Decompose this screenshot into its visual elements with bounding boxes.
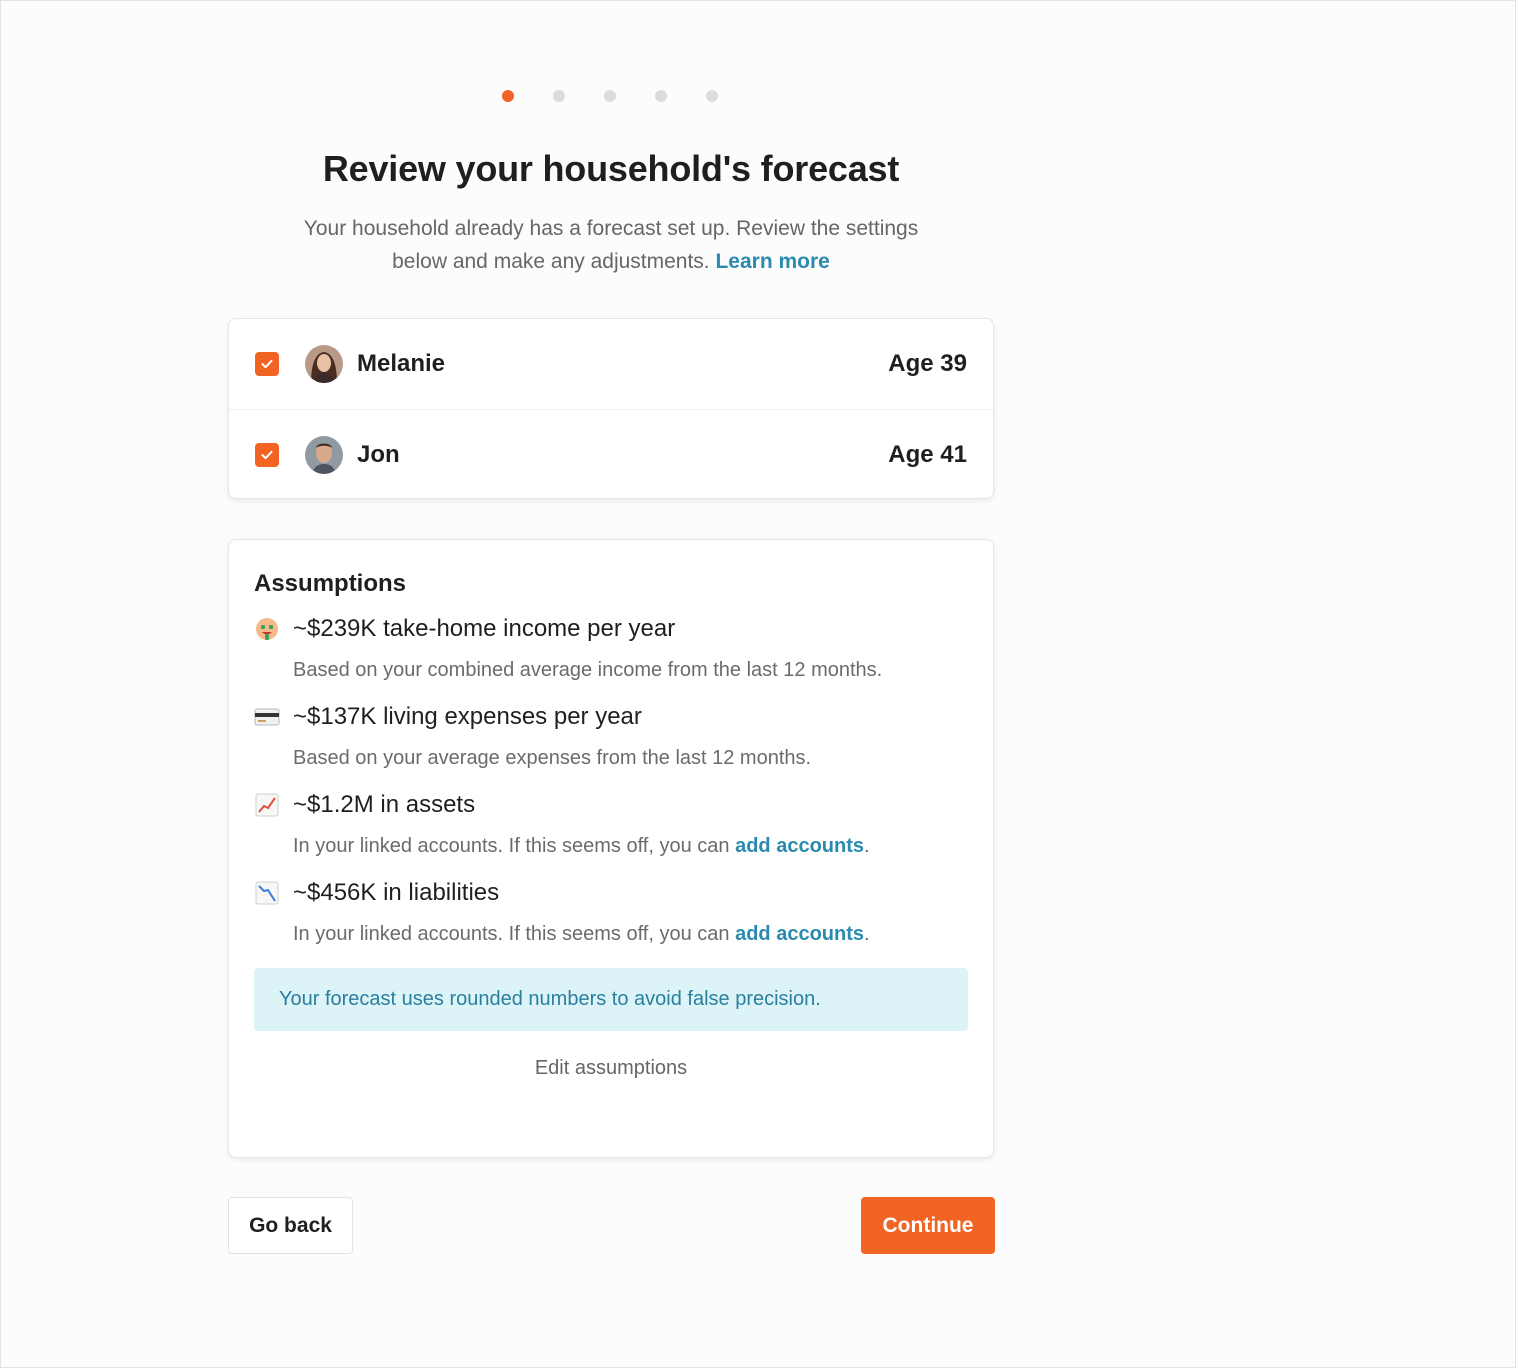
assumption-description: In your linked accounts. If this seems o…	[293, 835, 870, 857]
assumption-expenses: ~$137K living expenses per year Based on…	[254, 700, 968, 772]
assumption-income: ~$239K take-home income per year Based o…	[254, 612, 968, 684]
continue-button[interactable]: Continue	[861, 1197, 995, 1254]
assumption-desc-text: In your linked accounts. If this seems o…	[293, 835, 730, 857]
add-accounts-link[interactable]: add accounts	[735, 923, 864, 945]
assumption-liabilities: ~$456K in liabilities In your linked acc…	[254, 876, 968, 948]
member-age: Age 39	[888, 350, 967, 377]
step-dot-1	[502, 90, 514, 102]
page-subtitle: Your household already has a forecast se…	[300, 212, 922, 278]
rounding-notice: Your forecast uses rounded numbers to av…	[254, 968, 968, 1031]
member-name: Melanie	[357, 350, 446, 377]
page-title: Review your household's forecast	[322, 148, 900, 189]
member-checkbox-jon[interactable]	[255, 442, 279, 467]
checkmark-icon	[261, 359, 273, 369]
avatar-jon	[305, 435, 343, 474]
add-accounts-link[interactable]: add accounts	[735, 835, 864, 857]
assumption-desc-text: Based on your average expenses from the …	[293, 747, 812, 769]
checkmark-icon	[261, 450, 273, 459]
assumption-assets: ~$1.2M in assets In your linked accounts…	[254, 788, 968, 860]
member-name: Jon	[357, 440, 400, 468]
learn-more-link[interactable]: Learn more	[715, 250, 829, 273]
assumptions-title: Assumptions	[254, 570, 407, 597]
household-members-card: Melanie Age 39 Jon Age 41	[228, 318, 994, 499]
assumption-description: Based on your average expenses from the …	[254, 744, 968, 772]
assumption-desc-text: In your linked accounts. If this seems o…	[293, 923, 730, 945]
member-age: Age 41	[888, 440, 967, 468]
money-face-icon	[254, 616, 280, 642]
credit-card-icon	[254, 704, 280, 730]
assumption-description: Based on your combined average income fr…	[254, 656, 968, 684]
step-dot-2	[553, 90, 565, 102]
assumption-label: ~$1.2M in assets	[293, 791, 476, 818]
assumption-label: ~$137K living expenses per year	[293, 703, 642, 730]
go-back-button[interactable]: Go back	[228, 1197, 353, 1254]
step-dot-5	[706, 90, 718, 102]
member-checkbox-melanie[interactable]	[255, 352, 279, 376]
step-dot-4	[655, 90, 667, 102]
assumption-label: ~$456K in liabilities	[293, 879, 500, 906]
progress-stepper	[502, 90, 718, 102]
step-dot-3	[604, 90, 616, 102]
edit-assumptions-button[interactable]: Edit assumptions	[254, 1057, 968, 1080]
member-row-jon[interactable]: Jon Age 41	[229, 409, 993, 499]
assumptions-card: Assumptions ~$239K take-home income per …	[228, 539, 994, 1158]
chart-down-icon	[254, 880, 280, 906]
avatar-melanie	[305, 345, 343, 383]
chart-up-icon	[254, 792, 280, 818]
assumption-label: ~$239K take-home income per year	[293, 615, 676, 642]
assumption-description: In your linked accounts. If this seems o…	[293, 923, 870, 945]
member-row-melanie[interactable]: Melanie Age 39	[229, 319, 993, 409]
assumption-desc-text: Based on your combined average income fr…	[293, 659, 883, 681]
